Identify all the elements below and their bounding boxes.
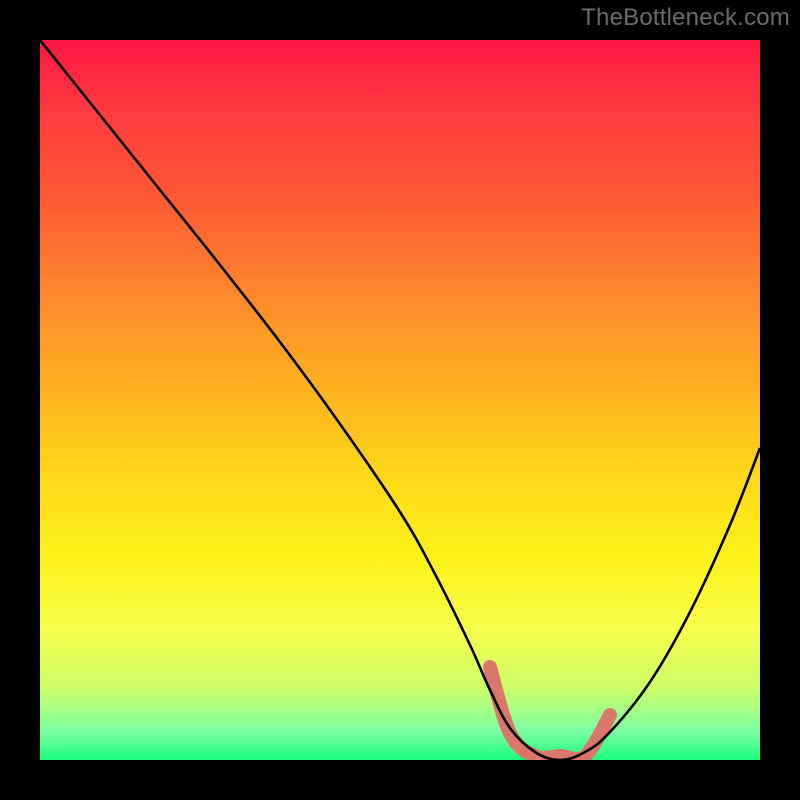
watermark-text: TheBottleneck.com	[581, 4, 790, 32]
bottleneck-curve	[40, 40, 760, 760]
chart-frame: TheBottleneck.com	[0, 0, 800, 800]
plot-area	[40, 40, 760, 760]
